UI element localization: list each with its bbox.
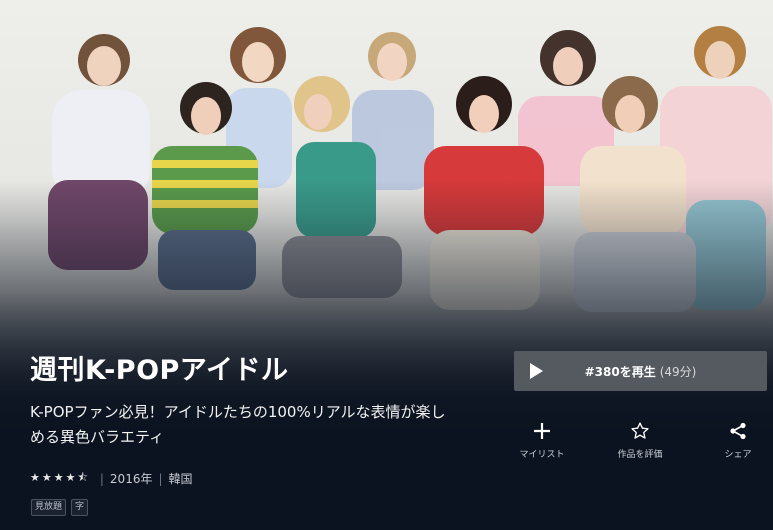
star-outline-icon <box>605 420 675 442</box>
share-button[interactable]: シェア <box>703 420 773 460</box>
meta-separator: | <box>158 471 163 486</box>
share-icon <box>703 420 773 442</box>
share-label: シェア <box>724 450 752 460</box>
badge-unlimited: 見放題 <box>31 499 67 516</box>
play-duration: (49分) <box>659 364 697 379</box>
play-button-label: #380を再生 (49分) <box>514 363 767 380</box>
action-bar: マイリスト 作品を評価 シェア <box>514 420 767 460</box>
mylist-button[interactable]: マイリスト <box>507 420 577 460</box>
badge-subtitle: 字 <box>71 499 89 516</box>
play-episode-button[interactable]: #380を再生 (49分) <box>514 351 767 391</box>
show-meta: ★★★★⯪ | 2016年 | 韓国 <box>30 469 193 488</box>
play-episode-text: #380を再生 <box>584 364 656 379</box>
rate-button[interactable]: 作品を評価 <box>605 420 675 460</box>
show-country: 韓国 <box>168 472 193 486</box>
meta-separator: | <box>99 471 104 486</box>
show-title: 週刊K-POPアイドル <box>30 355 289 386</box>
badges: 見放題 字 <box>31 499 89 516</box>
rating-stars: ★★★★⯪ <box>30 471 90 484</box>
plus-icon <box>507 420 577 442</box>
rate-label: 作品を評価 <box>617 450 663 460</box>
mylist-label: マイリスト <box>519 450 565 460</box>
show-description: K-POPファン必見！アイドルたちの100%リアルな表情が楽しめる異色バラエティ <box>30 403 446 446</box>
show-year: 2016年 <box>109 472 153 486</box>
